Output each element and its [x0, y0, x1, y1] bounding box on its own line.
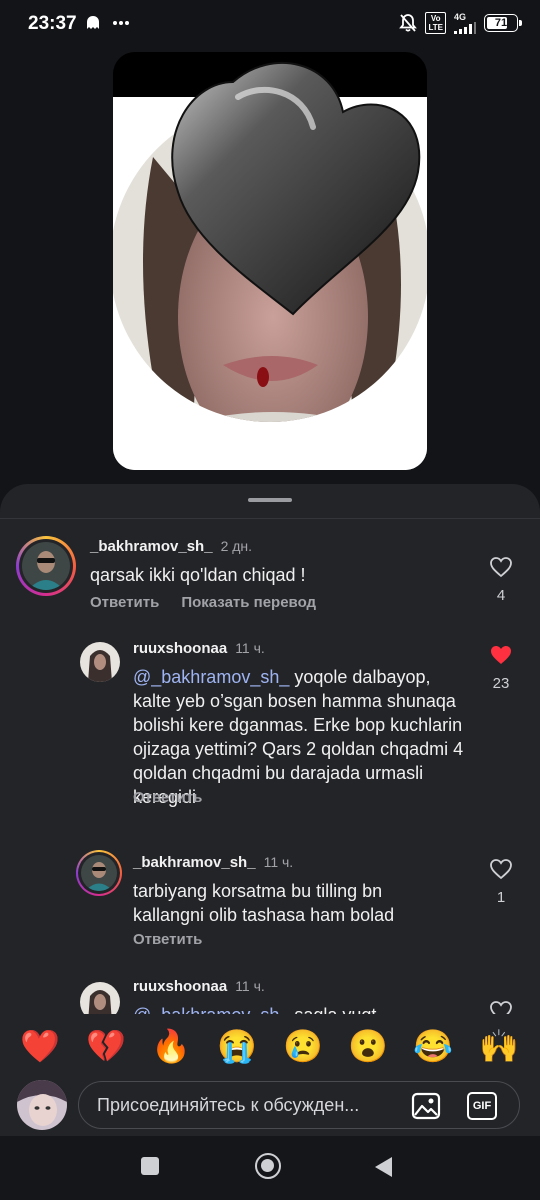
- emoji-fire[interactable]: 🔥: [151, 1026, 191, 1066]
- comment-text: tarbiyang korsatma bu tilling bn kallang…: [133, 881, 395, 925]
- comment-time: 11 ч.: [235, 640, 265, 656]
- ghost-notification-icon: [87, 16, 99, 29]
- like-column: 23: [481, 644, 521, 692]
- comment-text: @_bakhramov_sh_ sagla yuqt: [133, 1003, 473, 1014]
- bell-muted-icon: [399, 14, 418, 32]
- battery-indicator: 71: [484, 14, 522, 32]
- comment-body: yoqole dalbayop, kalte yeb o’sgan bosen …: [133, 667, 464, 807]
- emoji-crying[interactable]: 😢: [283, 1026, 323, 1066]
- emoji-quick-bar: ❤️ 💔 🔥 😭 😢 😮 😂 🙌: [0, 1014, 540, 1076]
- signal-bars-icon: [454, 21, 476, 34]
- battery-level: 71: [494, 17, 508, 29]
- emoji-red-heart[interactable]: ❤️: [20, 1026, 60, 1066]
- comment-username[interactable]: ruuxshoonaa: [133, 640, 227, 657]
- comment-input[interactable]: Присоединяйтесь к обсужден... GIF: [78, 1081, 520, 1129]
- emoji-surprised[interactable]: 😮: [348, 1026, 388, 1066]
- reel-comments-screen: 23:37 Vo LTE 4G 71 _bakhramov_sh_ 2 дн. …: [0, 0, 540, 1200]
- home-button[interactable]: [255, 1153, 281, 1179]
- status-bar: 23:37 Vo LTE 4G 71: [0, 0, 540, 48]
- gif-label: GIF: [472, 1100, 492, 1112]
- reply-item: ruuxshoonaa 11 ч. @_bakhramov_sh_ yoqole …: [0, 634, 540, 824]
- comment-username[interactable]: _bakhramov_sh_: [90, 538, 213, 555]
- my-avatar: [17, 1080, 67, 1130]
- avatar[interactable]: [80, 642, 120, 682]
- avatar-image: [80, 982, 120, 1014]
- emoji-laughing[interactable]: 😂: [413, 1026, 453, 1066]
- heart-outline-icon[interactable]: [489, 858, 513, 880]
- status-system-icons: Vo LTE 4G 71: [399, 11, 522, 34]
- reply-item: _bakhramov_sh_ 11 ч. tarbiyang korsatma b…: [0, 850, 540, 950]
- story-preview[interactable]: [113, 52, 427, 470]
- comment-username[interactable]: ruuxshoonaa: [133, 978, 227, 995]
- heart-outline-icon[interactable]: [489, 556, 513, 578]
- comment-header: ruuxshoonaa 11 ч.: [133, 640, 265, 658]
- sheet-divider: [0, 518, 540, 519]
- like-count: 23: [492, 675, 510, 692]
- like-column: 4: [481, 556, 521, 604]
- avatar-story-ring[interactable]: [16, 536, 76, 596]
- comment-input-placeholder: Присоединяйтесь к обсужден...: [97, 1095, 360, 1115]
- comment-header: _bakhramov_sh_ 11 ч.: [133, 854, 293, 872]
- heart-outline-icon[interactable]: [489, 1000, 513, 1014]
- mention-link[interactable]: @_bakhramov_sh_: [133, 667, 289, 687]
- comment-username[interactable]: _bakhramov_sh_: [133, 854, 256, 871]
- show-translation-button[interactable]: Показать перевод: [181, 594, 316, 611]
- comment-item: _bakhramov_sh_ 2 дн. qarsak ikki qo'ldan …: [0, 532, 540, 622]
- gif-button[interactable]: GIF: [467, 1092, 497, 1120]
- reply-button[interactable]: Ответить: [133, 931, 202, 948]
- emoji-loudly-crying[interactable]: 😭: [217, 1026, 257, 1066]
- comment-time: 11 ч.: [263, 854, 294, 870]
- signal-indicator: 4G: [454, 11, 476, 34]
- avatar: [22, 542, 70, 590]
- reply-button[interactable]: Ответить: [90, 594, 159, 611]
- system-navigation-bar: [0, 1136, 540, 1200]
- comment-actions: Ответить Показать перевод: [90, 594, 316, 611]
- comment-header: _bakhramov_sh_ 2 дн.: [90, 538, 252, 556]
- like-column: [481, 1000, 521, 1014]
- comment-actions: Ответить: [133, 789, 202, 806]
- comment-body: sagla yuqt: [294, 1005, 376, 1014]
- like-count: 1: [496, 889, 506, 906]
- comment-composer: Присоединяйтесь к обсужден... GIF: [0, 1076, 540, 1136]
- network-type: 4G: [454, 11, 467, 22]
- image-picker-icon[interactable]: [411, 1092, 441, 1120]
- avatar: [81, 855, 117, 891]
- recents-button[interactable]: [141, 1157, 159, 1175]
- back-button[interactable]: [372, 1155, 394, 1179]
- comment-header: ruuxshoonaa 11 ч.: [133, 978, 265, 996]
- like-count: 4: [496, 587, 506, 604]
- avatar[interactable]: [80, 982, 120, 1014]
- avatar-image: [17, 1080, 67, 1130]
- avatar-image: [22, 542, 70, 590]
- sheet-drag-handle[interactable]: [248, 498, 292, 502]
- heart-sticker: [171, 61, 421, 316]
- avatar-image: [81, 855, 117, 891]
- heart-filled-icon[interactable]: [489, 644, 513, 666]
- comment-text: qarsak ikki qo'ldan chiqad !: [90, 565, 306, 585]
- status-time: 23:37: [28, 13, 77, 34]
- avatar-image: [80, 642, 120, 682]
- emoji-broken-heart[interactable]: 💔: [86, 1026, 126, 1066]
- reply-item: ruuxshoonaa 11 ч. @_bakhramov_sh_ sagla y…: [0, 974, 540, 1014]
- comment-time: 2 дн.: [220, 538, 253, 554]
- reply-button[interactable]: Ответить: [133, 789, 202, 806]
- comment-actions: Ответить: [133, 931, 202, 948]
- avatar-story-ring[interactable]: [76, 850, 122, 896]
- status-notification-icons: [84, 14, 130, 32]
- emoji-raised-hands[interactable]: 🙌: [479, 1026, 519, 1066]
- more-dots-icon: [113, 21, 129, 25]
- volte-badge: Vo LTE: [425, 12, 446, 34]
- mention-link[interactable]: @_bakhramov_sh_: [133, 1005, 289, 1014]
- like-column: 1: [481, 858, 521, 906]
- comment-text: @_bakhramov_sh_ yoqole dalbayop, kalte y…: [133, 665, 473, 809]
- comment-time: 11 ч.: [235, 978, 265, 994]
